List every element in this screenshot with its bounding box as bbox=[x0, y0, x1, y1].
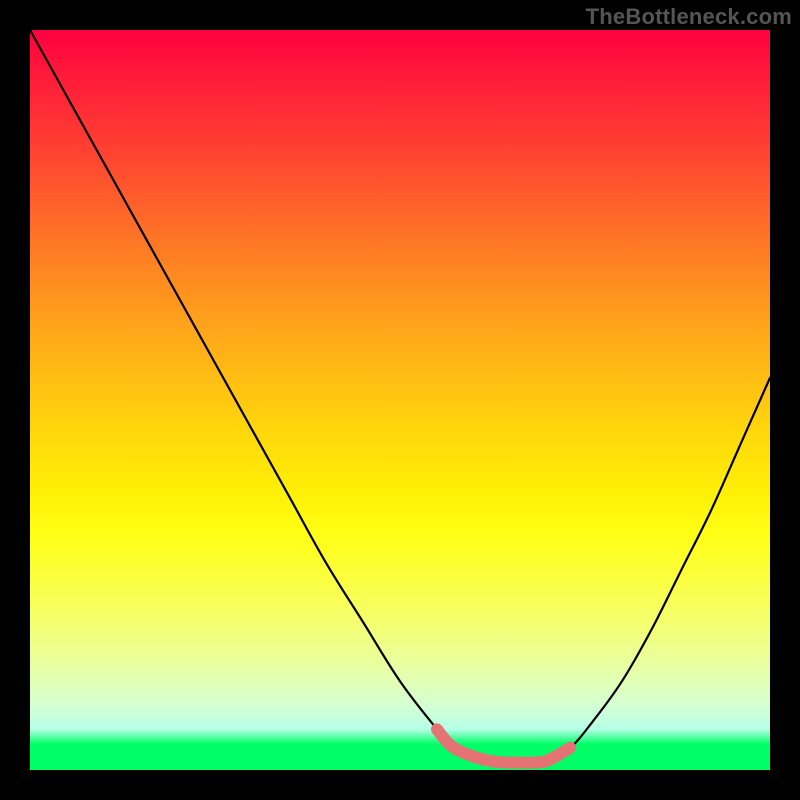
chart-frame: TheBottleneck.com bbox=[0, 0, 800, 800]
watermark-text: TheBottleneck.com bbox=[586, 4, 792, 30]
plot-area bbox=[30, 30, 770, 770]
bottleneck-curve bbox=[30, 30, 770, 770]
